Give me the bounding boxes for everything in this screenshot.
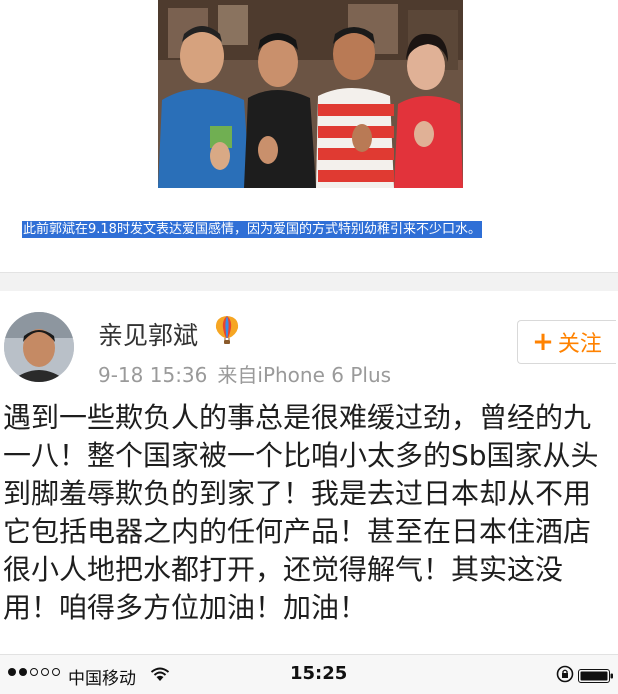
section-divider — [0, 272, 618, 291]
follow-label: 关注 — [557, 332, 602, 357]
signal-strength-icon — [8, 668, 60, 676]
username[interactable]: 亲见郭斌 — [98, 316, 198, 352]
carrier-name: 中国移动 — [68, 669, 136, 689]
plus-icon: + — [532, 327, 554, 357]
hot-air-balloon-icon — [214, 315, 240, 345]
caption-text: 此前郭斌在9.18时发文表达爱国感情，因为爱国的方式特别幼稚引来不少口水。 — [22, 221, 482, 238]
group-photo — [158, 0, 463, 188]
battery-icon — [578, 668, 614, 687]
post-source[interactable]: 来自iPhone 6 Plus — [217, 363, 391, 387]
post-body: 遇到一些欺负人的事总是很难缓过劲，曾经的九一八！整个国家被一个比咱小太多的Sb国… — [3, 401, 599, 624]
avatar[interactable] — [4, 312, 74, 382]
wifi-icon — [150, 666, 170, 686]
follow-button[interactable]: + 关注 — [517, 320, 616, 364]
rotation-lock-icon — [556, 665, 574, 687]
status-time: 15:25 — [290, 663, 348, 684]
post-meta: 9-18 15:36 来自iPhone 6 Plus — [98, 359, 391, 388]
ios-status-bar: 中国移动 15:25 — [0, 654, 618, 694]
post-timestamp: 9-18 15:36 — [98, 363, 208, 387]
weibo-post: 亲见郭斌 9-18 15:36 来自iPhone 6 Plus + 关注 遇到一些… — [0, 291, 618, 653]
